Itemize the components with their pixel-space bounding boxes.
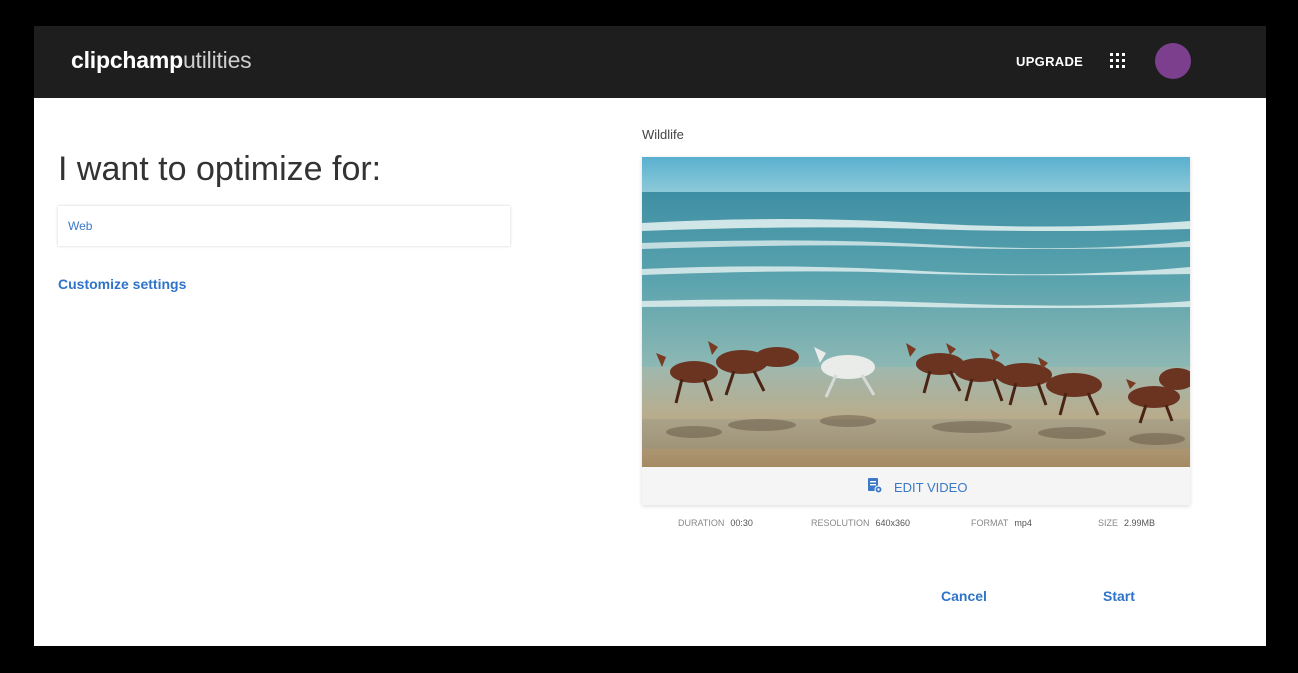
- wildlife-thumbnail-image: [642, 157, 1190, 467]
- meta-duration-label: DURATION: [678, 518, 725, 528]
- meta-size: SIZE 2.99MB: [1098, 518, 1155, 528]
- video-thumbnail[interactable]: [642, 157, 1190, 467]
- meta-size-value: 2.99MB: [1124, 518, 1156, 528]
- meta-resolution-value: 640x360: [875, 518, 911, 528]
- grid-apps-icon[interactable]: [1110, 53, 1126, 69]
- logo-bold-text: clipchamp: [71, 47, 183, 73]
- logo-light-text: utilities: [182, 47, 252, 73]
- video-preview-card: EDIT VIDEO: [642, 157, 1190, 505]
- app-window: clipchamputilities UPGRADE I want to opt…: [34, 26, 1266, 646]
- avatar[interactable]: [1155, 43, 1191, 79]
- meta-duration: DURATION 00:30: [678, 518, 753, 528]
- meta-resolution-label: RESOLUTION: [811, 518, 870, 528]
- optimize-for-value: Web: [68, 219, 93, 233]
- edit-video-button[interactable]: EDIT VIDEO: [642, 467, 1190, 505]
- meta-duration-value: 00:30: [730, 518, 753, 528]
- cancel-button[interactable]: Cancel: [941, 588, 987, 604]
- upgrade-button[interactable]: UPGRADE: [1016, 54, 1083, 69]
- meta-format-label: FORMAT: [971, 518, 1009, 528]
- top-bar: clipchamputilities UPGRADE: [34, 26, 1266, 98]
- app-logo[interactable]: clipchamputilities: [71, 47, 252, 74]
- edit-video-icon: [868, 478, 882, 493]
- meta-format-value: mp4: [1014, 518, 1032, 528]
- optimize-for-select[interactable]: Web: [58, 206, 510, 246]
- start-button[interactable]: Start: [1103, 588, 1135, 604]
- meta-size-label: SIZE: [1098, 518, 1119, 528]
- meta-format: FORMAT mp4: [971, 518, 1032, 528]
- meta-resolution: RESOLUTION 640x360: [811, 518, 910, 528]
- edit-video-label: EDIT VIDEO: [894, 480, 968, 495]
- page-title: I want to optimize for:: [58, 150, 382, 188]
- video-title: Wildlife: [642, 127, 684, 142]
- customize-settings-link[interactable]: Customize settings: [58, 276, 186, 292]
